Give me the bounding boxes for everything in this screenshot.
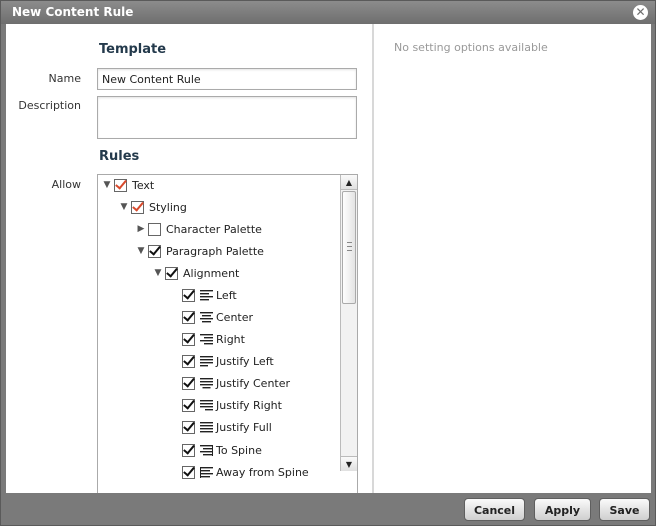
tree-item-label: Styling (149, 200, 187, 214)
checkbox[interactable] (182, 354, 195, 368)
tree-item-label: Right (216, 332, 245, 346)
checkbox[interactable] (182, 398, 195, 412)
tree-item-label: Justify Right (216, 398, 282, 412)
tree-item-away-from-spine[interactable]: Away from Spine (182, 463, 309, 481)
tree-item-right[interactable]: Right (182, 330, 245, 348)
checkbox[interactable] (182, 332, 195, 346)
grip-icon (347, 242, 352, 251)
tree-item-justify-center[interactable]: Justify Center (182, 374, 290, 392)
tree-scrollbar[interactable]: ▲ ▼ (340, 175, 357, 471)
save-button[interactable]: Save (599, 498, 650, 521)
checkbox[interactable] (182, 310, 195, 324)
tree-item-label: Text (132, 178, 155, 192)
cancel-button[interactable]: Cancel (464, 498, 525, 521)
scroll-up-arrow-icon[interactable]: ▲ (341, 175, 357, 190)
apply-button[interactable]: Apply (534, 498, 591, 521)
dialog-content: Template Name Description Rules Allow ▼ … (6, 24, 651, 493)
align-center-icon (200, 311, 213, 322)
tree-item-label: Justify Left (216, 354, 274, 368)
collapse-triangle-icon[interactable]: ▶ (136, 224, 146, 234)
expand-triangle-icon[interactable]: ▼ (153, 268, 163, 278)
checkbox[interactable] (131, 200, 144, 214)
tree-item-label: Justify Center (216, 376, 291, 390)
checkbox[interactable] (114, 178, 127, 192)
tree-item-justify-full[interactable]: Justify Full (182, 418, 272, 436)
tree-item-label: Alignment (183, 266, 240, 280)
tree-item-justify-left[interactable]: Justify Left (182, 352, 274, 370)
checkbox[interactable] (148, 244, 161, 258)
tree-item-to-spine[interactable]: To Spine (182, 441, 262, 459)
description-input[interactable] (97, 96, 357, 139)
justify-center-icon (200, 377, 213, 388)
rules-tree: ▼ Text ▼ Styling ▶ Character Palette ▼ P… (97, 174, 358, 493)
tree-item-label: Justify Full (216, 420, 272, 434)
expand-triangle-icon[interactable]: ▼ (136, 246, 146, 256)
name-input[interactable] (97, 68, 357, 90)
align-to-spine-icon (200, 444, 213, 456)
name-label: Name (48, 72, 81, 85)
tree-item-label: To Spine (216, 443, 262, 457)
justify-left-icon (200, 355, 213, 366)
justify-full-icon (200, 421, 213, 432)
scroll-down-arrow-icon[interactable]: ▼ (341, 456, 357, 471)
tree-item-label: Character Palette (166, 222, 262, 236)
tree-item-label: Left (216, 288, 237, 302)
tree-item-styling[interactable]: ▼ Styling (119, 198, 187, 216)
panel-divider (372, 24, 374, 493)
expand-triangle-icon[interactable]: ▼ (119, 202, 129, 212)
tree-item-text[interactable]: ▼ Text (102, 176, 154, 194)
description-label: Description (18, 99, 81, 112)
checkbox[interactable] (182, 288, 195, 302)
checkbox[interactable] (182, 443, 195, 457)
tree-item-alignment[interactable]: ▼ Alignment (153, 264, 239, 282)
align-left-icon (200, 289, 213, 300)
align-right-icon (200, 333, 213, 344)
checkbox[interactable] (148, 222, 161, 236)
rules-heading: Rules (99, 149, 140, 164)
expand-triangle-icon[interactable]: ▼ (102, 180, 112, 190)
dialog-titlebar: New Content Rule (1, 1, 655, 24)
dialog-title: New Content Rule (12, 5, 134, 19)
settings-empty-message: No setting options available (394, 41, 548, 54)
tree-item-character-palette[interactable]: ▶ Character Palette (136, 220, 262, 238)
tree-item-center[interactable]: Center (182, 308, 253, 326)
tree-item-label: Center (216, 310, 254, 324)
close-icon[interactable]: ✕ (633, 5, 648, 20)
template-heading: Template (99, 42, 167, 57)
tree-item-label: Paragraph Palette (166, 244, 264, 258)
checkbox[interactable] (182, 376, 195, 390)
new-content-rule-dialog: New Content Rule ✕ Template Name Descrip… (0, 0, 656, 526)
checkbox[interactable] (165, 266, 178, 280)
allow-label: Allow (51, 178, 81, 191)
checkbox[interactable] (182, 465, 195, 479)
tree-item-justify-right[interactable]: Justify Right (182, 396, 282, 414)
tree-item-label: Away from Spine (216, 465, 309, 479)
justify-right-icon (200, 399, 213, 410)
scroll-thumb[interactable] (342, 191, 356, 304)
tree-item-left[interactable]: Left (182, 286, 237, 304)
align-away-from-spine-icon (200, 466, 213, 478)
tree-item-paragraph-palette[interactable]: ▼ Paragraph Palette (136, 242, 264, 260)
checkbox[interactable] (182, 420, 195, 434)
